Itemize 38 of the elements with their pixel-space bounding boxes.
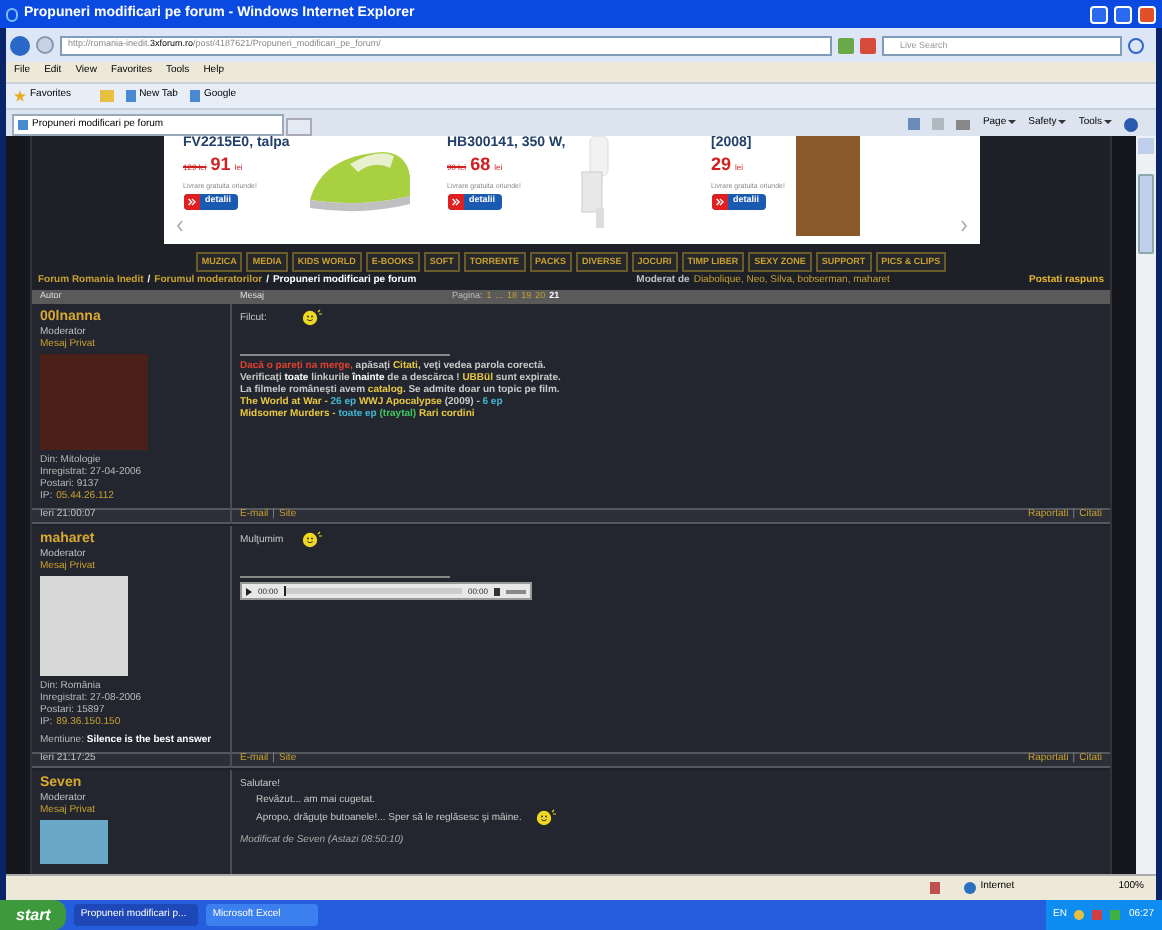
chevron-right-icon[interactable] [959, 220, 967, 232]
double-chevron-icon [451, 197, 459, 206]
double-chevron-icon [715, 197, 723, 206]
scroll-thumb[interactable] [1138, 174, 1154, 254]
page-icon [125, 90, 136, 102]
vertical-scrollbar[interactable] [1136, 136, 1156, 874]
forward-button[interactable] [36, 36, 54, 54]
search-icon[interactable] [1128, 37, 1144, 53]
product-price: 91 [210, 152, 231, 178]
minimize-button[interactable] [1090, 5, 1108, 23]
refresh-button[interactable] [838, 37, 854, 53]
page-icon [18, 120, 28, 130]
globe-icon [964, 882, 977, 894]
page-icon [189, 90, 200, 102]
new-tab-button[interactable] [286, 118, 312, 136]
movie-poster-placeholder [796, 136, 861, 236]
close-button[interactable] [1138, 5, 1156, 23]
product-price: 29 [711, 152, 732, 178]
smiley-icon [300, 530, 324, 548]
maximize-button[interactable] [1114, 5, 1132, 23]
avatar-photo-placeholder [40, 354, 148, 450]
product-price: 68 [470, 152, 491, 178]
avatar-photo-placeholder [40, 576, 128, 676]
avatar-picture-placeholder [40, 820, 108, 864]
back-button[interactable] [10, 35, 30, 55]
start-button[interactable]: start [0, 900, 67, 930]
smiley-icon [300, 308, 324, 326]
browser-icon [6, 7, 18, 21]
star-icon [14, 90, 26, 102]
caret-icon [1058, 119, 1067, 124]
smiley-icon [533, 808, 558, 826]
caret-icon [1008, 119, 1017, 124]
chevron-left-icon[interactable] [175, 220, 183, 232]
caret-icon [1104, 119, 1112, 124]
stop-button[interactable] [860, 37, 876, 53]
play-icon[interactable] [246, 587, 252, 595]
double-chevron-icon [187, 197, 195, 206]
help-icon[interactable] [1124, 117, 1138, 131]
